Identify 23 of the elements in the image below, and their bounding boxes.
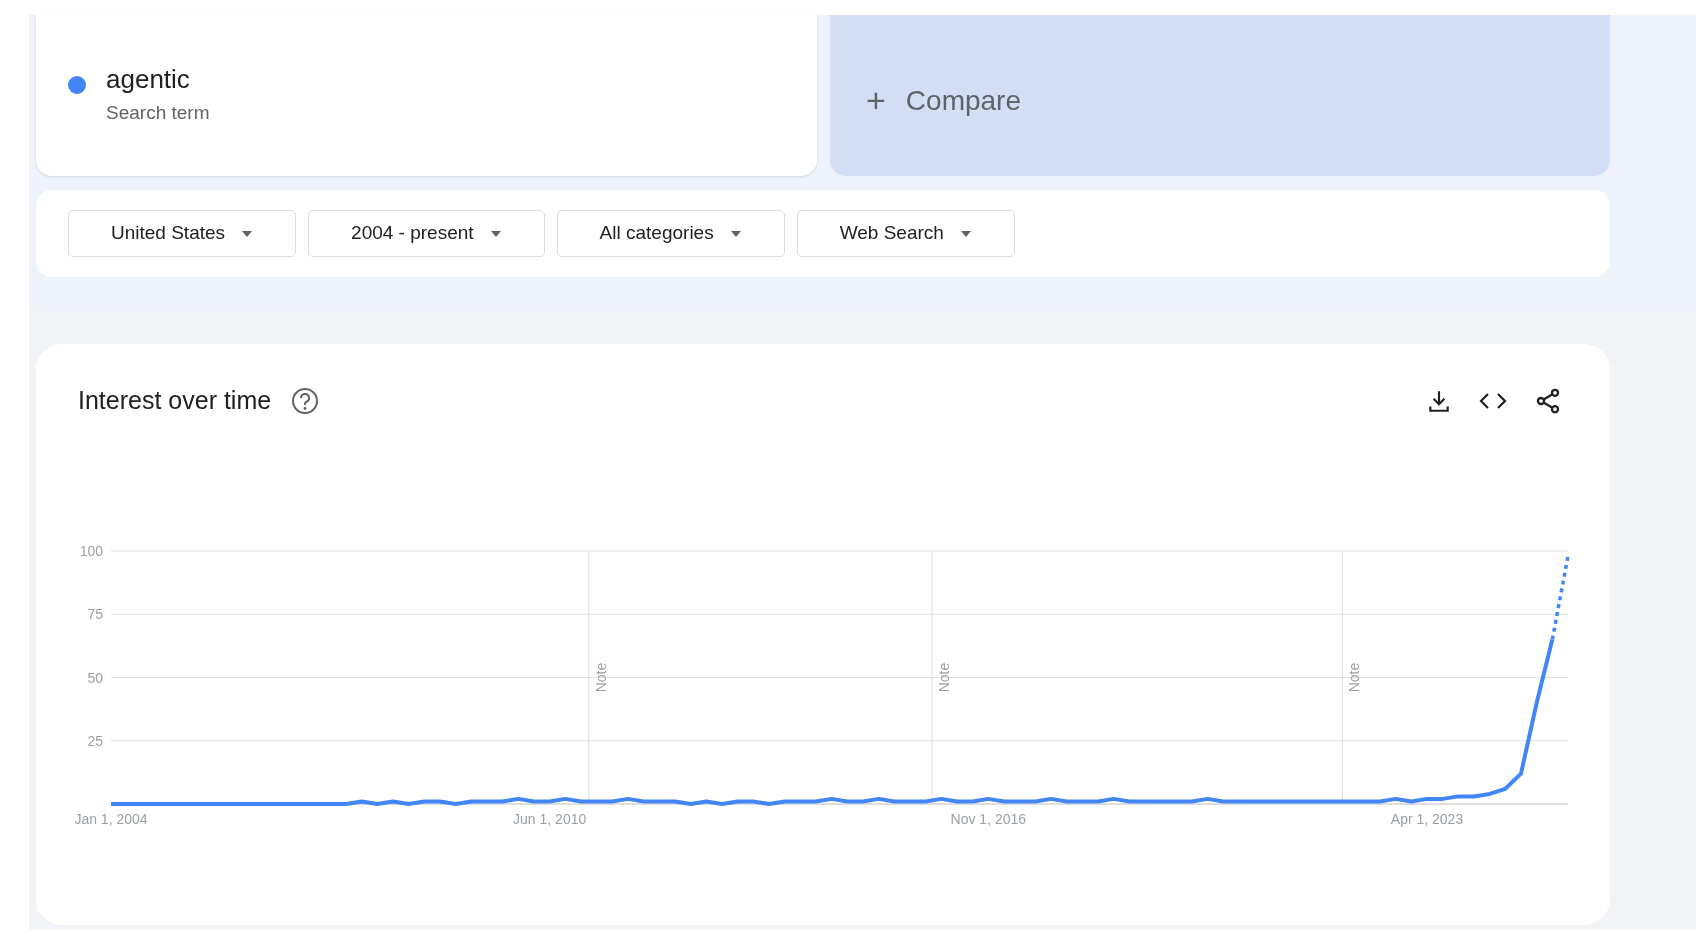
y-axis-label: 25: [87, 732, 103, 749]
x-axis-label: Nov 1, 2016: [950, 810, 1027, 827]
filter-dropdown[interactable]: Web Search: [796, 210, 1015, 257]
y-axis-label: 50: [87, 669, 103, 685]
x-axis-label: Apr 1, 2023: [1390, 810, 1464, 827]
x-axis-label: Jun 1, 2010: [513, 810, 587, 827]
x-axis-label: Jan 1, 2004: [74, 810, 148, 827]
filter-dropdown[interactable]: All categories: [556, 210, 785, 257]
filter-dropdown[interactable]: United States: [68, 210, 297, 257]
y-axis-label: 100: [79, 542, 103, 559]
compare-button[interactable]: + Compare: [830, 15, 1610, 176]
chart-title: Interest over time: [78, 385, 272, 416]
caret-icon: [729, 229, 742, 238]
share-icon[interactable]: [1534, 386, 1562, 415]
filter-dropdown[interactable]: 2004 - present: [308, 210, 545, 257]
caret-icon: [489, 229, 502, 238]
search-term[interactable]: agentic: [106, 60, 210, 99]
search-term-subtitle: Search term: [106, 101, 210, 125]
plus-icon: +: [866, 75, 886, 126]
caret-icon: [959, 229, 972, 238]
help-icon[interactable]: [291, 386, 320, 415]
y-axis-label: 75: [87, 605, 103, 622]
caret-icon: [241, 229, 254, 238]
